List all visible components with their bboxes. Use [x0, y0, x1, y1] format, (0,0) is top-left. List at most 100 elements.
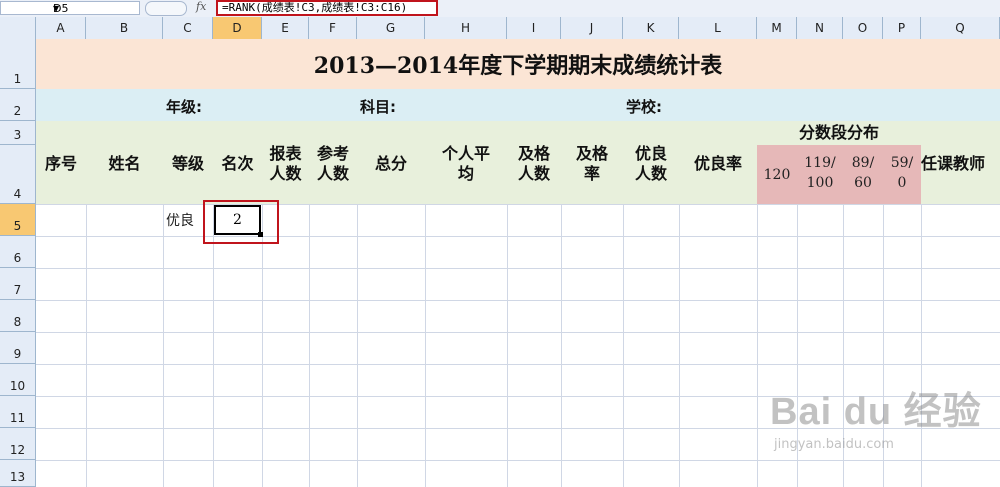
- highlight-box: [203, 200, 279, 244]
- dist-bin-3: 89/ 60: [843, 153, 883, 193]
- dist-bin-4-line2: 0: [897, 175, 907, 191]
- column-header-a[interactable]: A: [36, 17, 86, 39]
- dist-bin-3-line2: 60: [854, 175, 872, 191]
- column-header-f[interactable]: F: [309, 17, 357, 39]
- column-header-j[interactable]: J: [561, 17, 623, 39]
- grid-line: [262, 204, 263, 487]
- grid-line: [36, 332, 1000, 333]
- header-pass-rate-line2: 率: [583, 164, 600, 183]
- header-excellent-count[interactable]: 优良 人数: [623, 140, 679, 188]
- header-level[interactable]: 等级: [163, 150, 213, 178]
- column-header-q[interactable]: Q: [921, 17, 1000, 39]
- header-pass-count-line2: 人数: [517, 164, 550, 183]
- dist-bin-1: 120: [763, 167, 791, 183]
- row-header-7[interactable]: 7: [0, 268, 36, 300]
- column-header-g[interactable]: G: [357, 17, 425, 39]
- column-header-d[interactable]: D: [213, 17, 262, 39]
- row-header-3[interactable]: 3: [0, 121, 36, 145]
- header-teacher[interactable]: 任课教师: [921, 150, 1000, 178]
- subject-label: 科目:: [360, 98, 396, 116]
- row-header-4[interactable]: 4: [0, 145, 36, 204]
- column-header-n[interactable]: N: [797, 17, 843, 39]
- row-header-13[interactable]: 13: [0, 460, 36, 487]
- chevron-down-icon[interactable]: ▼: [53, 2, 136, 16]
- header-tested-line1: 参考: [316, 144, 349, 163]
- row-header-5[interactable]: 5: [0, 204, 36, 236]
- header-pass-rate-line1: 及格: [575, 144, 608, 163]
- grid-line: [507, 204, 508, 487]
- column-header-k[interactable]: K: [623, 17, 679, 39]
- grade-label: 年级:: [166, 98, 202, 116]
- dist-bin-2: 119/ 100: [797, 153, 843, 193]
- column-header-b[interactable]: B: [86, 17, 163, 39]
- name-box[interactable]: D5 ▼: [0, 1, 140, 15]
- dist-bin-2-line1: 119/: [804, 155, 836, 171]
- header-name[interactable]: 姓名: [86, 150, 163, 178]
- header-enrolled-line1: 报表: [269, 144, 302, 163]
- row-header-8[interactable]: 8: [0, 300, 36, 332]
- grid-line: [163, 204, 164, 487]
- column-header-i[interactable]: I: [507, 17, 561, 39]
- row-header-10[interactable]: 10: [0, 364, 36, 396]
- cell-c5[interactable]: 优良: [166, 210, 194, 230]
- header-pass-count[interactable]: 及格 人数: [507, 140, 561, 188]
- formula-bar-resize-handle[interactable]: [145, 1, 187, 16]
- grid-line: [36, 364, 1000, 365]
- grid-line: [36, 268, 1000, 269]
- header-enrolled[interactable]: 报表 人数: [262, 140, 309, 188]
- column-header-bar: ABCDEFGHIJKLMNOPQ: [0, 17, 1000, 40]
- grid-line: [309, 204, 310, 487]
- header-pass-rate[interactable]: 及格 率: [561, 140, 623, 188]
- header-average-line1: 个人平: [441, 144, 490, 163]
- row-header-6[interactable]: 6: [0, 236, 36, 268]
- grid-line: [86, 204, 87, 487]
- header-pass-count-line1: 及格: [517, 144, 550, 163]
- header-excellent-count-line1: 优良: [634, 144, 667, 163]
- row-header-2[interactable]: 2: [0, 89, 36, 121]
- row-header-1[interactable]: 1: [0, 39, 36, 89]
- column-header-e[interactable]: E: [262, 17, 309, 39]
- watermark-logo: Bai du 经验: [770, 391, 982, 433]
- row-header-11[interactable]: 11: [0, 396, 36, 428]
- grid-line: [425, 204, 426, 487]
- grid-line: [357, 204, 358, 487]
- grid-line: [213, 204, 214, 487]
- grid-line: [36, 204, 1000, 205]
- header-score-distribution[interactable]: 分数段分布: [757, 122, 921, 144]
- school-label: 学校:: [626, 98, 662, 116]
- column-header-o[interactable]: O: [843, 17, 883, 39]
- header-average[interactable]: 个人平 均: [425, 140, 507, 188]
- dist-bin-2-line2: 100: [806, 175, 834, 191]
- row-header-9[interactable]: 9: [0, 332, 36, 364]
- select-all-corner[interactable]: [0, 17, 36, 39]
- header-average-line2: 均: [457, 164, 474, 183]
- baidu-watermark: Bai du 经验 jingyan.baidu.com: [770, 380, 990, 470]
- dist-bin-4: 59/ 0: [883, 153, 921, 193]
- watermark-site: jingyan.baidu.com: [774, 437, 894, 452]
- grid-line: [757, 204, 758, 487]
- header-enrolled-line2: 人数: [269, 164, 302, 183]
- formula-bar: D5 ▼ fx =RANK(成绩表!C3,成绩表!C3:C16): [0, 0, 1000, 18]
- header-rank[interactable]: 名次: [213, 150, 262, 178]
- grid-line: [623, 204, 624, 487]
- column-header-c[interactable]: C: [163, 17, 213, 39]
- formula-input[interactable]: =RANK(成绩表!C3,成绩表!C3:C16): [216, 0, 438, 16]
- grid-line: [36, 300, 1000, 301]
- grid-line: [561, 204, 562, 487]
- sheet-title[interactable]: 2013—2014年度下学期期末成绩统计表: [36, 39, 1000, 89]
- header-excellent-rate[interactable]: 优良率: [679, 150, 757, 178]
- header-total[interactable]: 总分: [357, 150, 425, 178]
- column-header-l[interactable]: L: [679, 17, 757, 39]
- header-excellent-count-line2: 人数: [634, 164, 667, 183]
- column-header-m[interactable]: M: [757, 17, 797, 39]
- row-header-12[interactable]: 12: [0, 428, 36, 460]
- column-header-h[interactable]: H: [425, 17, 507, 39]
- header-tested[interactable]: 参考 人数: [309, 140, 357, 188]
- dist-bin-4-line1: 59/: [890, 155, 914, 171]
- function-icon[interactable]: fx: [196, 0, 206, 13]
- grid-line: [36, 236, 1000, 237]
- info-row[interactable]: 年级: 科目: 学校:: [36, 89, 1000, 121]
- header-seq[interactable]: 序号: [36, 150, 86, 178]
- dist-bin-3-line1: 89/: [851, 155, 875, 171]
- column-header-p[interactable]: P: [883, 17, 921, 39]
